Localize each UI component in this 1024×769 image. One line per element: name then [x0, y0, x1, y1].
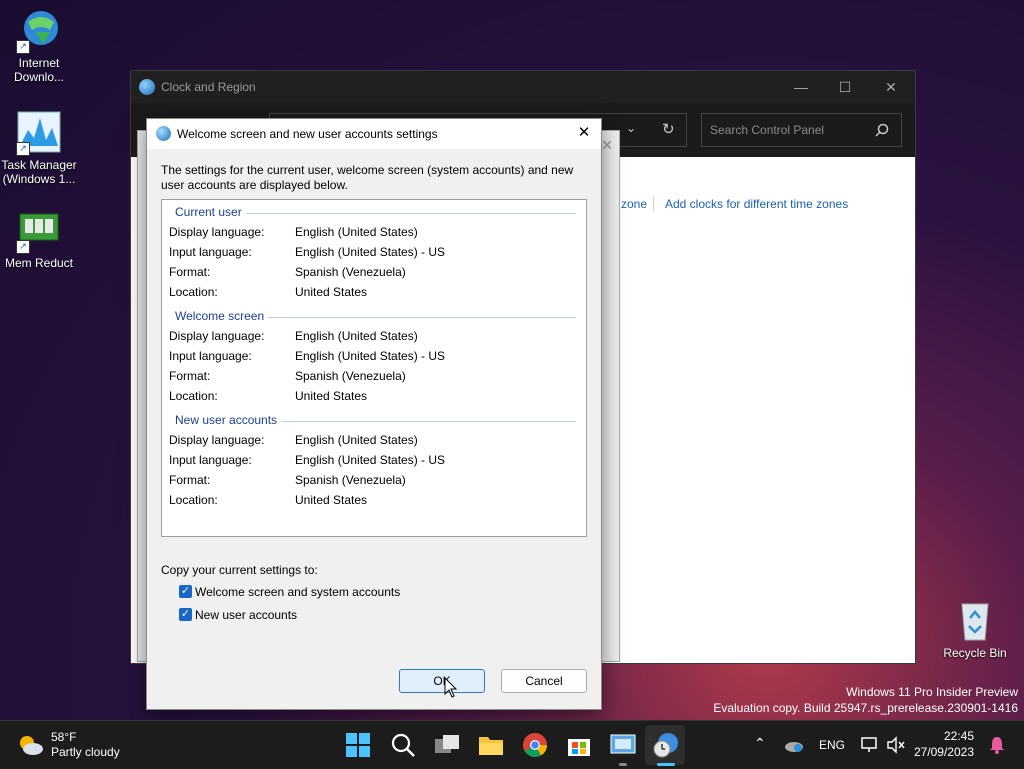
settings-row: Format: Spanish (Venezuela) — [169, 265, 406, 279]
settings-row: Location: United States — [169, 493, 368, 507]
weather-desc: Partly cloudy — [51, 745, 120, 759]
watermark-line1: Windows 11 Pro Insider Preview — [846, 685, 1018, 699]
link-separator — [653, 197, 654, 211]
checkmark-icon: ✓ — [179, 608, 192, 621]
start-icon[interactable] — [344, 731, 372, 759]
clock-region-icon — [139, 79, 155, 95]
close-button[interactable]: ✕ — [869, 75, 913, 99]
desktop-icon-label: Downlo... — [13, 70, 65, 84]
section-heading: Welcome screen — [175, 309, 269, 323]
settings-row: Display language: English (United States) — [169, 433, 418, 447]
language-indicator[interactable]: ENG — [819, 738, 845, 752]
notification-bell-icon[interactable] — [988, 735, 1006, 755]
settings-row: Format: Spanish (Venezuela) — [169, 473, 406, 487]
add-clocks-link[interactable]: Add clocks for different time zones — [665, 197, 848, 211]
chevron-up-icon[interactable]: ⌃ — [754, 735, 766, 752]
clock-date: 27/09/2023 — [913, 745, 974, 759]
settings-row: Display language: English (United States) — [169, 329, 418, 343]
new-user-accounts-checkbox[interactable]: ✓ New user accounts — [179, 606, 429, 624]
partly-cloudy-icon — [20, 736, 43, 755]
time-zone-link[interactable]: zone — [621, 197, 647, 211]
onedrive-icon[interactable] — [784, 737, 804, 753]
section-heading: New user accounts — [175, 413, 282, 427]
refresh-icon[interactable]: ↻ — [662, 120, 675, 138]
volume-muted-icon[interactable] — [886, 736, 906, 754]
mouse-cursor-icon — [444, 677, 458, 698]
settings-row: Input language: English (United States) -… — [169, 453, 446, 467]
control-panel-titlebar[interactable]: Clock and Region — ☐ ✕ — [131, 71, 915, 103]
chevron-down-icon[interactable]: ⌄ — [626, 121, 636, 135]
watermark-line2: Evaluation copy. Build 25947.rs_prerelea… — [713, 701, 1018, 715]
settings-row: Display language: English (United States) — [169, 225, 418, 239]
checkbox-label: New user accounts — [195, 608, 298, 622]
desktop-icon-label: Internet — [18, 56, 60, 70]
clock-region-taskbar-icon[interactable] — [652, 731, 680, 759]
settings-row: Location: United States — [169, 389, 368, 403]
welcome-screen-settings-dialog: Welcome screen and new user accounts set… — [146, 118, 602, 710]
microsoft-store-icon[interactable] — [565, 731, 593, 759]
search-icon[interactable] — [389, 731, 417, 759]
checkbox-label: Welcome screen and system accounts — [195, 585, 401, 599]
copy-settings-label: Copy your current settings to: — [161, 563, 318, 577]
desktop-icon-internet-download[interactable]: ↗ Internet Downlo... — [0, 8, 78, 84]
window-title: Clock and Region — [161, 80, 256, 94]
search-icon — [875, 123, 889, 137]
clock-widget[interactable]: 22:45 27/09/2023 — [912, 727, 982, 763]
file-explorer-icon[interactable] — [477, 731, 505, 759]
settings-row: Format: Spanish (Venezuela) — [169, 369, 406, 383]
search-placeholder: Search Control Panel — [710, 123, 825, 137]
ok-button[interactable]: OK — [399, 669, 485, 693]
settings-summary-panel: Current user Display language: English (U… — [161, 199, 587, 537]
section-current-user: Current user Display language: English (U… — [162, 202, 586, 302]
dialog-title: Welcome screen and new user accounts set… — [177, 127, 438, 141]
desktop-icon-mem-reduct[interactable]: ↗ Mem Reduct — [0, 208, 78, 270]
recycle-bin-icon — [952, 598, 998, 644]
task-view-icon[interactable] — [433, 731, 461, 759]
active-app-indicator — [619, 763, 627, 766]
active-app-indicator — [657, 763, 675, 766]
section-new-user-accounts: New user accounts Display language: Engli… — [162, 410, 586, 510]
settings-row: Location: United States — [169, 285, 368, 299]
globe-icon — [156, 126, 171, 141]
section-heading: Current user — [175, 205, 246, 219]
mem-reduct-icon: ↗ — [16, 208, 62, 254]
internet-download-manager-icon: ↗ — [16, 8, 62, 54]
welcome-screen-checkbox[interactable]: ✓ Welcome screen and system accounts — [179, 583, 429, 601]
desktop-icon-label: (Windows 1... — [2, 172, 76, 186]
weather-temp: 58°F — [51, 730, 77, 744]
network-icon[interactable] — [860, 736, 880, 754]
desktop-icon-label: Task Manager — [1, 158, 77, 172]
close-button[interactable]: ✕ — [573, 122, 595, 144]
taskbar: 58°F Partly cloudy ⌃ ENG 22:45 27/09/202… — [0, 720, 1024, 769]
settings-row: Input language: English (United States) -… — [169, 245, 446, 259]
checkmark-icon: ✓ — [179, 585, 192, 598]
desktop-icon-recycle-bin[interactable]: Recycle Bin — [936, 598, 1014, 660]
clock-time: 22:45 — [943, 729, 974, 743]
section-welcome-screen: Welcome screen Display language: English … — [162, 306, 586, 406]
desktop-icon-label: Mem Reduct — [4, 256, 74, 270]
search-input[interactable]: Search Control Panel — [701, 113, 902, 147]
dialog-intro-text: The settings for the current user, welco… — [161, 163, 574, 192]
desktop-icon-label: Recycle Bin — [943, 646, 1007, 660]
maximize-button[interactable]: ☐ — [823, 75, 867, 99]
minimize-button[interactable]: — — [779, 75, 823, 99]
settings-row: Input language: English (United States) -… — [169, 349, 446, 363]
close-icon[interactable]: ✕ — [601, 137, 613, 154]
weather-widget[interactable]: 58°F Partly cloudy — [14, 727, 134, 763]
task-manager-icon: ↗ — [16, 110, 62, 156]
chrome-icon[interactable] — [521, 731, 549, 759]
cancel-button[interactable]: Cancel — [501, 669, 587, 693]
control-panel-taskbar-icon[interactable] — [609, 731, 637, 759]
dialog-titlebar[interactable]: Welcome screen and new user accounts set… — [147, 119, 601, 149]
desktop-icon-task-manager[interactable]: ↗ Task Manager (Windows 1... — [0, 110, 78, 186]
